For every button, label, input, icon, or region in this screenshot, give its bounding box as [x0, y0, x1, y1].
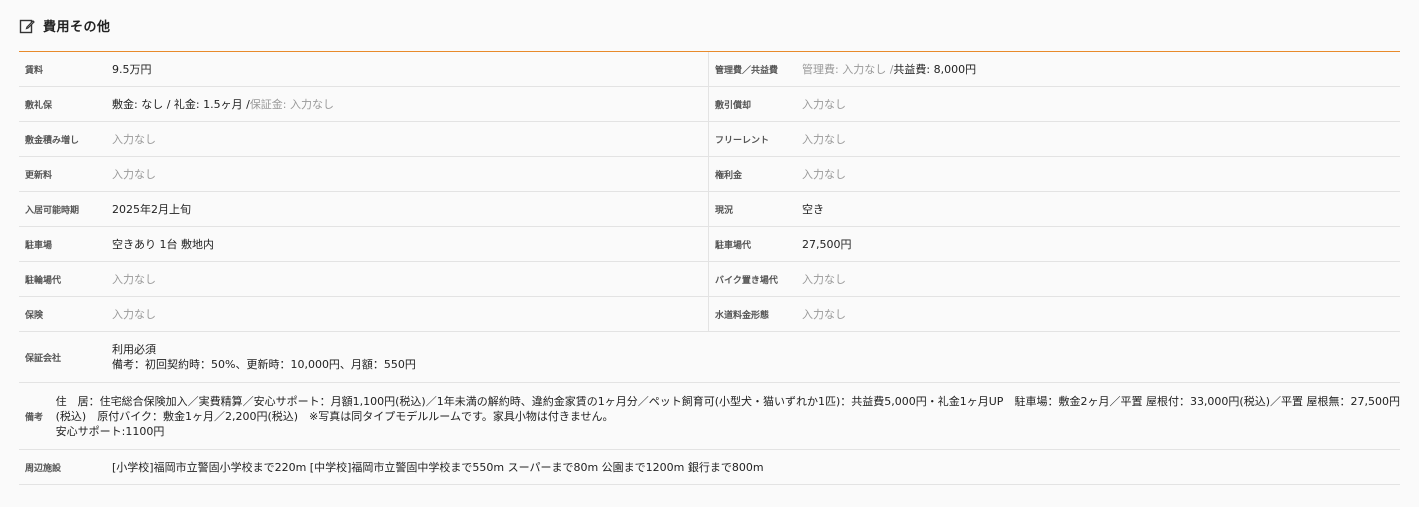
renewal-fee-label: 更新料	[25, 170, 53, 181]
right-cell: 駐車場代 27,500円	[708, 227, 1400, 261]
left-cell: 敷金積み増し 入力なし	[19, 122, 708, 156]
guarantee-money-empty: 保証金: 入力なし	[249, 98, 335, 111]
left-cell: 敷礼保 敷金: なし / 礼金: 1.5ヶ月 / 保証金: 入力なし	[19, 87, 708, 121]
right-cell: 敷引償却 入力なし	[708, 87, 1400, 121]
parking-fee-label: 駐車場代	[715, 240, 752, 251]
additional-deposit-label: 敷金積み増し	[25, 135, 80, 146]
right-cell: バイク置き場代 入力なし	[708, 262, 1400, 296]
table-row: 周辺施設 [小学校]福岡市立警固小学校まで220m [中学校]福岡市立警固中学校…	[19, 450, 1400, 485]
free-rent-value: 入力なし	[802, 133, 846, 146]
table-row: 保険 入力なし 水道料金形態 入力なし	[19, 297, 1400, 332]
guarantee-company-label: 保証会社	[25, 353, 62, 364]
free-rent-label: フリーレント	[715, 135, 770, 146]
guarantee-line-1: 利用必須	[112, 343, 156, 356]
deposit-deduction-label: 敷引償却	[715, 100, 752, 111]
cost-table: 賃料 9.5万円 管理費／共益費 管理費: 入力なし / 共益費: 8,000円…	[19, 52, 1400, 485]
notes-line-2: (税込) 原付バイク：敷金1ヶ月／2,200円(税込) ※写真は同タイプモデルル…	[55, 409, 614, 423]
water-billing-value: 入力なし	[802, 308, 846, 321]
deposit-value: 敷金: なし / 礼金: 1.5ヶ月 / 保証金: 入力なし	[112, 87, 708, 121]
parking-fee-value: 27,500円	[802, 238, 852, 251]
left-cell: 駐車場 空きあり 1台 敷地内	[19, 227, 708, 261]
right-cell: フリーレント 入力なし	[708, 122, 1400, 156]
additional-deposit-value: 入力なし	[112, 133, 156, 146]
table-row: 駐輪場代 入力なし バイク置き場代 入力なし	[19, 262, 1400, 297]
left-cell: 保険 入力なし	[19, 297, 708, 331]
deposit-key-money: 敷金: なし / 礼金: 1.5ヶ月 /	[112, 98, 250, 111]
note-edit-icon	[19, 19, 35, 33]
rent-value: 9.5万円	[112, 63, 152, 76]
management-fee-label: 管理費／共益費	[715, 65, 779, 76]
table-row: 敷金積み増し 入力なし フリーレント 入力なし	[19, 122, 1400, 157]
table-row: 入居可能時期 2025年2月上旬 現況 空き	[19, 192, 1400, 227]
water-billing-label: 水道料金形態	[715, 310, 770, 321]
renewal-fee-value: 入力なし	[112, 168, 156, 181]
management-fee-empty: 管理費: 入力なし /	[802, 63, 894, 76]
key-money-label: 権利金	[715, 170, 743, 181]
left-cell: 駐輪場代 入力なし	[19, 262, 708, 296]
notes-value: 住 居：住宅総合保険加入／実費精算／安心サポート：月額1,100円(税込)／1年…	[56, 383, 1400, 449]
status-label: 現況	[715, 205, 734, 216]
right-cell: 現況 空き	[708, 192, 1400, 226]
left-cell: 更新料 入力なし	[19, 157, 708, 191]
section-title: 費用その他	[43, 20, 111, 35]
nearby-facilities-value: [小学校]福岡市立警固小学校まで220m [中学校]福岡市立警固中学校まで550…	[112, 460, 764, 474]
move-in-label: 入居可能時期	[25, 205, 80, 216]
key-money-value: 入力なし	[802, 168, 846, 181]
common-fee-value: 共益費: 8,000円	[893, 63, 977, 76]
motorbike-fee-value: 入力なし	[802, 273, 846, 286]
table-row: 保証会社 利用必須 備考：初回契約時：50%、更新時：10,000円、月額：55…	[19, 332, 1400, 383]
deposit-label: 敷礼保	[25, 100, 53, 111]
bicycle-fee-value: 入力なし	[112, 273, 156, 286]
notes-line-1: 住 居：住宅総合保険加入／実費精算／安心サポート：月額1,100円(税込)／1年…	[55, 394, 1400, 408]
left-cell: 入居可能時期 2025年2月上旬	[19, 192, 708, 226]
left-cell: 賃料 9.5万円	[19, 52, 708, 86]
right-cell: 水道料金形態 入力なし	[708, 297, 1400, 331]
rent-label: 賃料	[25, 65, 44, 76]
status-value: 空き	[802, 203, 824, 216]
right-cell: 管理費／共益費 管理費: 入力なし / 共益費: 8,000円	[708, 52, 1400, 86]
table-row: 備考 住 居：住宅総合保険加入／実費精算／安心サポート：月額1,100円(税込)…	[19, 383, 1400, 450]
guarantee-company-value: 利用必須 備考：初回契約時：50%、更新時：10,000円、月額：550円	[112, 332, 1400, 382]
cost-section: 費用その他 賃料 9.5万円 管理費／共益費 管理費: 入力なし / 共益費: …	[19, 0, 1400, 485]
right-cell: 権利金 入力なし	[708, 157, 1400, 191]
table-row: 賃料 9.5万円 管理費／共益費 管理費: 入力なし / 共益費: 8,000円	[19, 52, 1400, 87]
deposit-deduction-value: 入力なし	[802, 98, 846, 111]
nearby-facilities-label: 周辺施設	[25, 463, 62, 474]
management-fee-value: 管理費: 入力なし / 共益費: 8,000円	[802, 52, 1400, 86]
motorbike-fee-label: バイク置き場代	[715, 275, 778, 286]
notes-line-3: 安心サポート:1100円	[55, 424, 165, 438]
table-row: 敷礼保 敷金: なし / 礼金: 1.5ヶ月 / 保証金: 入力なし 敷引償却 …	[19, 87, 1400, 122]
notes-label: 備考	[25, 412, 44, 423]
insurance-label: 保険	[25, 310, 44, 321]
move-in-value: 2025年2月上旬	[112, 203, 191, 216]
parking-label: 駐車場	[25, 240, 53, 251]
table-row: 更新料 入力なし 権利金 入力なし	[19, 157, 1400, 192]
bicycle-fee-label: 駐輪場代	[25, 275, 62, 286]
guarantee-line-2: 備考：初回契約時：50%、更新時：10,000円、月額：550円	[112, 358, 416, 371]
table-row: 駐車場 空きあり 1台 敷地内 駐車場代 27,500円	[19, 227, 1400, 262]
section-header: 費用その他	[19, 0, 1400, 52]
insurance-value: 入力なし	[112, 308, 156, 321]
parking-value: 空きあり 1台 敷地内	[112, 238, 214, 251]
